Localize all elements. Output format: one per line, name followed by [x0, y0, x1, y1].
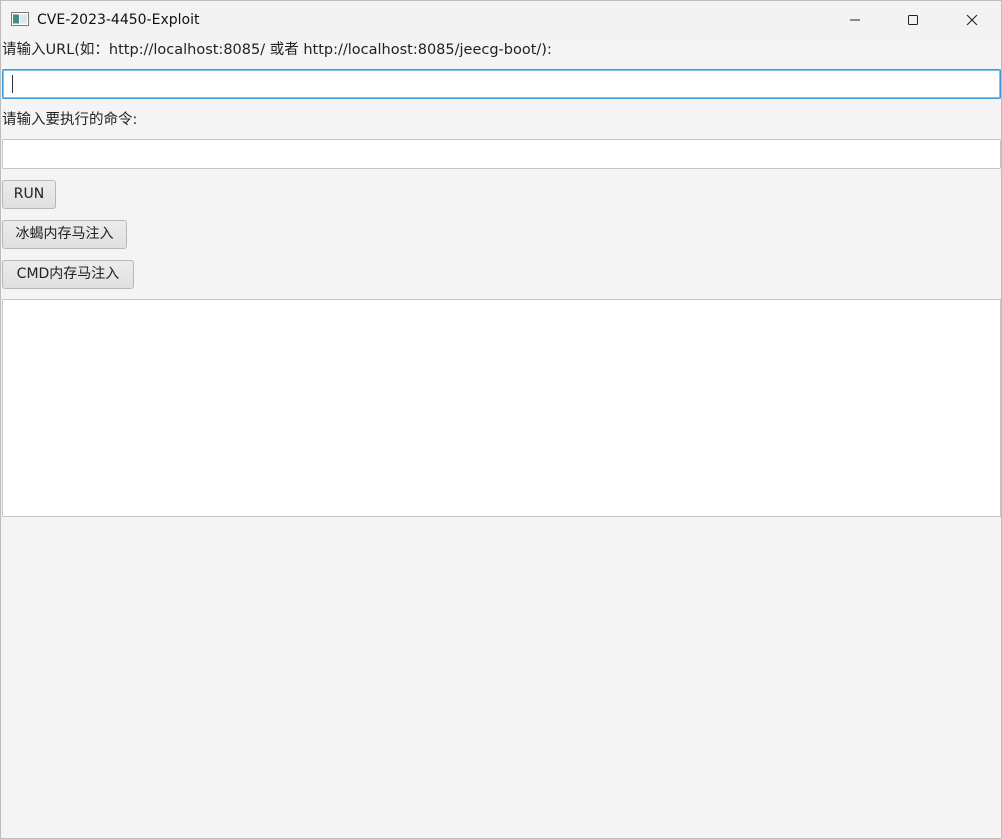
- url-label: 请输入URL(如：http://localhost:8085/ 或者 http:…: [2, 42, 552, 58]
- app-window: CVE-2023-4450-Exploit 请输入URL(如：http://lo…: [0, 0, 1002, 839]
- cmd-memshell-inject-button[interactable]: CMD内存马注入: [2, 260, 134, 289]
- run-button[interactable]: RUN: [2, 180, 56, 209]
- text-caret: [12, 75, 13, 93]
- output-textarea[interactable]: [2, 299, 1001, 517]
- minimize-icon: [849, 14, 861, 26]
- command-input[interactable]: [2, 139, 1001, 169]
- url-input[interactable]: [2, 69, 1001, 99]
- command-label: 请输入要执行的命令:: [2, 112, 138, 128]
- minimize-button[interactable]: [826, 1, 884, 39]
- window-title: CVE-2023-4450-Exploit: [37, 12, 200, 28]
- app-window-icon: [11, 12, 29, 26]
- close-button[interactable]: [943, 1, 1001, 39]
- maximize-icon: [907, 14, 919, 26]
- maximize-button[interactable]: [884, 1, 942, 39]
- title-bar[interactable]: CVE-2023-4450-Exploit: [1, 1, 1001, 39]
- close-icon: [966, 14, 978, 26]
- behinder-memshell-inject-button[interactable]: 冰蝎内存马注入: [2, 220, 127, 249]
